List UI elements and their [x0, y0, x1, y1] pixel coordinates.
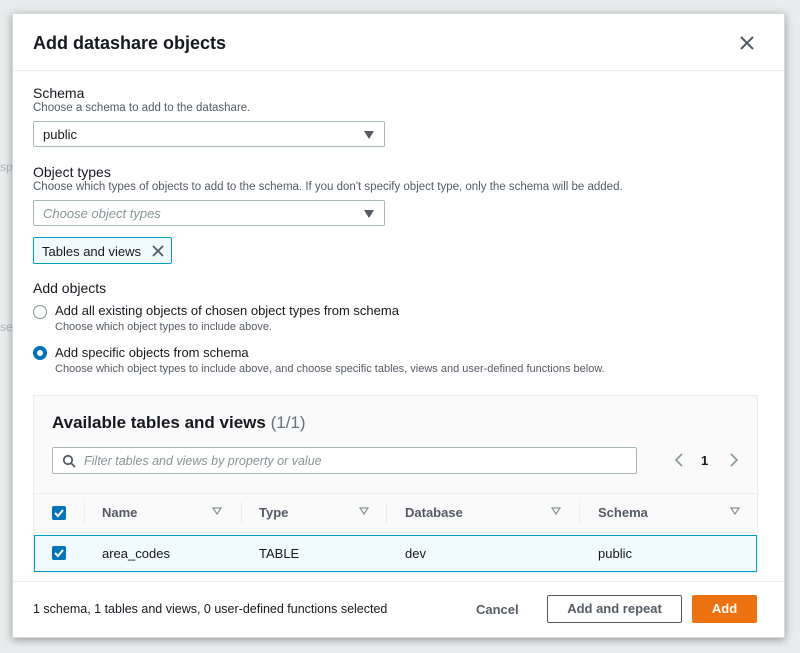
- schema-select-value: public: [43, 127, 77, 142]
- add-objects-label: Add objects: [33, 280, 107, 296]
- cell-schema: public: [598, 546, 632, 561]
- backdrop-text: sp: [0, 160, 13, 174]
- sort-icon[interactable]: [359, 506, 369, 516]
- column-divider: [579, 502, 580, 524]
- table-count: (1/1): [270, 413, 306, 432]
- column-header-type[interactable]: Type: [259, 505, 288, 520]
- select-all-checkbox[interactable]: [52, 506, 66, 520]
- selection-status: 1 schema, 1 tables and views, 0 user-def…: [33, 602, 388, 616]
- page-number[interactable]: 1: [701, 453, 708, 468]
- column-header-schema[interactable]: Schema: [598, 505, 648, 520]
- sort-icon[interactable]: [212, 506, 222, 516]
- filter-input[interactable]: Filter tables and views by property or v…: [52, 447, 637, 474]
- object-types-label: Object types: [33, 164, 111, 180]
- schema-label: Schema: [33, 85, 85, 101]
- radio-label-add-all-existing[interactable]: Add all existing objects of chosen objec…: [55, 303, 399, 318]
- column-header-database[interactable]: Database: [405, 505, 463, 520]
- sort-icon[interactable]: [551, 506, 561, 516]
- table-header: Name Type Database Schema: [34, 493, 757, 533]
- filter-placeholder: Filter tables and views by property or v…: [84, 454, 322, 468]
- add-button[interactable]: Add: [692, 595, 757, 623]
- sort-icon[interactable]: [730, 506, 740, 516]
- radio-label-add-specific[interactable]: Add specific objects from schema: [55, 345, 249, 360]
- cell-type: TABLE: [259, 546, 300, 561]
- object-types-placeholder: Choose object types: [43, 206, 161, 221]
- chevron-right-icon[interactable]: [729, 453, 739, 467]
- close-icon[interactable]: [738, 34, 756, 52]
- radio-description-add-specific: Choose which object types to include abo…: [55, 363, 605, 375]
- column-divider: [241, 502, 242, 524]
- dismiss-token-icon[interactable]: [151, 244, 165, 258]
- modal-header: Add datashare objects: [13, 14, 784, 71]
- table-title-text: Available tables and views: [52, 413, 266, 432]
- object-types-description: Choose which types of objects to add to …: [33, 181, 623, 193]
- available-tables-container: Available tables and views (1/1) Filter …: [33, 395, 758, 573]
- caret-down-icon: [364, 210, 374, 218]
- column-header-name[interactable]: Name: [102, 505, 137, 520]
- column-divider: [84, 502, 85, 524]
- add-and-repeat-button[interactable]: Add and repeat: [547, 595, 682, 623]
- radio-description-add-all-existing: Choose which object types to include abo…: [55, 321, 273, 333]
- search-icon: [62, 454, 76, 468]
- object-type-token: Tables and views: [33, 237, 172, 264]
- token-label: Tables and views: [42, 244, 141, 259]
- backdrop-text: se: [0, 320, 13, 334]
- row-checkbox[interactable]: [52, 546, 66, 560]
- radio-add-all-existing[interactable]: [33, 305, 47, 319]
- caret-down-icon: [364, 131, 374, 139]
- cell-name: area_codes: [102, 546, 170, 561]
- cell-database: dev: [405, 546, 426, 561]
- table-title: Available tables and views (1/1): [52, 413, 306, 433]
- schema-select[interactable]: public: [33, 121, 385, 147]
- column-divider: [386, 502, 387, 524]
- radio-add-specific[interactable]: [33, 346, 47, 360]
- chevron-left-icon[interactable]: [674, 453, 684, 467]
- modal-title: Add datashare objects: [33, 33, 227, 53]
- cancel-button[interactable]: Cancel: [476, 602, 519, 617]
- table-row[interactable]: area_codes TABLE dev public: [34, 535, 757, 572]
- add-datashare-objects-modal: Add datashare objects Schema Choose a sc…: [12, 13, 785, 638]
- modal-footer: 1 schema, 1 tables and views, 0 user-def…: [13, 581, 784, 639]
- schema-description: Choose a schema to add to the datashare.: [33, 102, 251, 114]
- object-types-select[interactable]: Choose object types: [33, 200, 385, 226]
